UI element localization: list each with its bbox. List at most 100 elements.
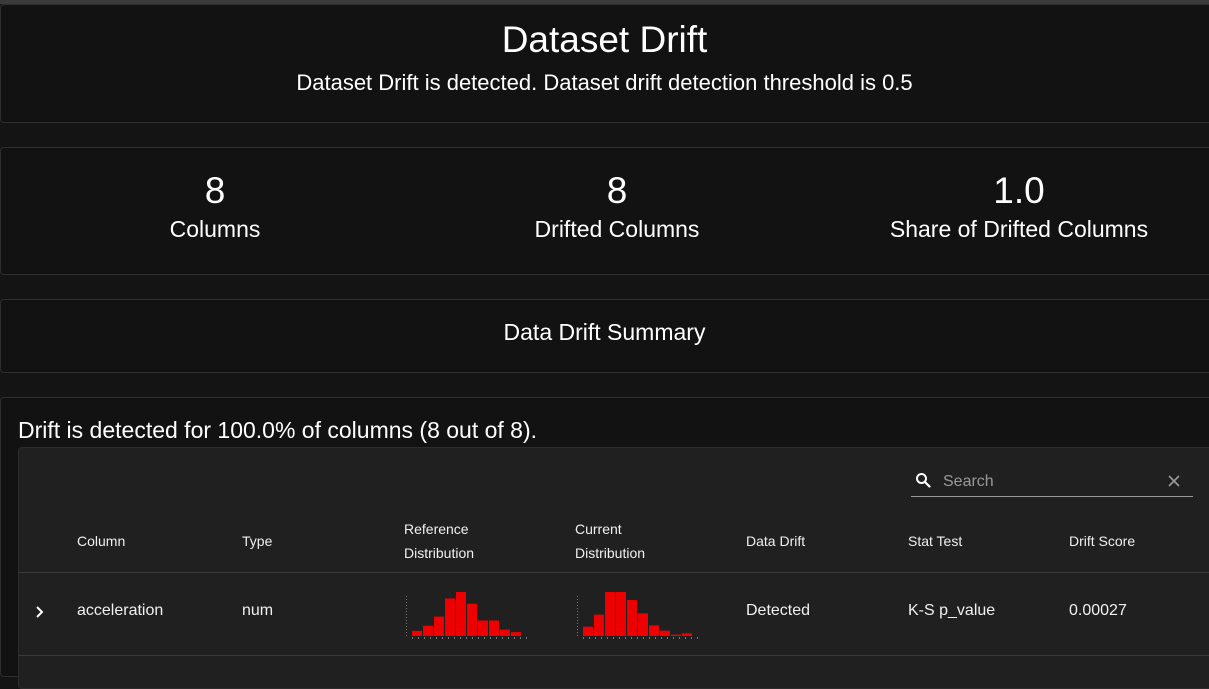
header-type[interactable]: Type: [242, 529, 272, 553]
axis-tick: [406, 620, 407, 621]
histogram-bar: [594, 614, 604, 636]
axis-tick: [406, 605, 407, 606]
axis-tick: [514, 637, 515, 639]
axis-tick: [442, 637, 443, 639]
page-title: Dataset Drift: [501, 19, 708, 60]
axis-tick: [577, 614, 578, 615]
axis-tick: [406, 617, 407, 618]
axis-tick: [430, 637, 431, 639]
axis-tick: [460, 637, 461, 639]
header-divider: [19, 572, 1209, 573]
metric-drifted-columns: 8 Drifted Columns: [417, 170, 817, 243]
histogram-bar: [605, 592, 615, 636]
axis-tick: [619, 637, 620, 639]
axis-tick: [406, 629, 407, 630]
axis-tick: [424, 637, 425, 639]
reference-histogram: [406, 592, 527, 639]
histogram-bar: [456, 592, 466, 636]
metric-label: Columns: [169, 216, 261, 242]
axis-tick: [406, 596, 407, 597]
histogram-bar: [511, 632, 521, 636]
histogram-bar: [445, 598, 455, 636]
axis-tick: [406, 608, 407, 609]
histogram-bar: [412, 630, 422, 636]
header-reference-line2: Distribution: [404, 545, 475, 561]
summary-title: Data Drift Summary: [503, 319, 706, 345]
search-icon: [916, 473, 931, 488]
header-drift-score[interactable]: Drift Score: [1069, 529, 1135, 553]
histogram-bar: [660, 630, 670, 636]
axis-tick: [613, 637, 614, 639]
axis-tick: [406, 602, 407, 603]
axis-tick: [685, 637, 686, 639]
metric-value: 8: [606, 170, 628, 211]
histogram-bar: [467, 603, 477, 636]
histogram-bar: [583, 626, 593, 636]
axis-tick: [418, 637, 419, 639]
axis-tick: [679, 637, 680, 639]
drift-table: Column Type Reference Distribution Curre…: [18, 447, 1209, 689]
cell-data-drift: Detected: [746, 602, 811, 619]
axis-tick: [577, 596, 578, 597]
histogram-bar: [478, 620, 488, 636]
axis-tick: [406, 599, 407, 600]
histogram-bar: [616, 592, 626, 636]
header-current-distribution[interactable]: Current Distribution: [575, 517, 645, 565]
drift-table-card: Drift is detected for 100.0% of columns …: [0, 397, 1209, 689]
axis-tick: [577, 620, 578, 621]
axis-tick: [406, 632, 407, 633]
axis-tick: [406, 611, 407, 612]
header-reference-distribution[interactable]: Reference Distribution: [404, 517, 474, 565]
histogram-bar: [434, 616, 444, 636]
axis-tick: [520, 637, 521, 639]
axis-tick: [526, 637, 527, 639]
row-divider: [19, 655, 1209, 656]
axis-tick: [643, 637, 644, 639]
histogram-bar: [671, 634, 681, 636]
histogram-bar: [500, 629, 510, 636]
axis-tick: [673, 637, 674, 639]
axis-tick: [406, 626, 407, 627]
axis-tick: [484, 637, 485, 639]
header-stat-test[interactable]: Stat Test: [908, 529, 962, 553]
axis-tick: [406, 623, 407, 624]
axis-tick: [631, 637, 632, 639]
axis-tick: [583, 637, 584, 639]
metric-value: 8: [204, 170, 226, 211]
metric-share-drifted: 1.0 Share of Drifted Columns: [819, 170, 1209, 243]
axis-tick: [661, 637, 662, 639]
axis-tick: [625, 637, 626, 639]
header-data-drift[interactable]: Data Drift: [746, 529, 805, 553]
axis-tick: [412, 637, 413, 639]
summary-card: Data Drift Summary: [0, 299, 1209, 373]
axis-tick: [577, 611, 578, 612]
axis-tick: [406, 614, 407, 615]
metric-value: 1.0: [993, 170, 1045, 211]
axis-tick: [577, 626, 578, 627]
axis-tick: [601, 637, 602, 639]
metrics-card: 8 Columns 8 Drifted Columns 1.0 Share of…: [0, 147, 1209, 275]
header-current-line1: Current: [575, 521, 622, 537]
axis-tick: [577, 617, 578, 618]
cell-column: acceleration: [77, 602, 164, 619]
header-current-line2: Distribution: [575, 545, 646, 561]
axis-tick: [436, 637, 437, 639]
close-icon[interactable]: [1165, 472, 1183, 490]
cell-type: num: [242, 602, 274, 619]
axis-tick: [577, 602, 578, 603]
axis-tick: [697, 637, 698, 639]
page-subtitle: Dataset Drift is detected. Dataset drift…: [296, 70, 913, 95]
chevron-right-icon[interactable]: [33, 604, 47, 620]
axis-tick: [496, 637, 497, 639]
axis-tick: [589, 637, 590, 639]
axis-tick: [508, 637, 509, 639]
histogram-bar: [638, 613, 648, 636]
axis-tick: [595, 637, 596, 639]
current-histogram: [577, 592, 698, 639]
axis-tick: [577, 599, 578, 600]
axis-tick: [502, 637, 503, 639]
axis-tick: [607, 637, 608, 639]
search-input[interactable]: [941, 468, 1165, 496]
header-column[interactable]: Column: [77, 529, 125, 553]
search-box[interactable]: [911, 468, 1193, 497]
